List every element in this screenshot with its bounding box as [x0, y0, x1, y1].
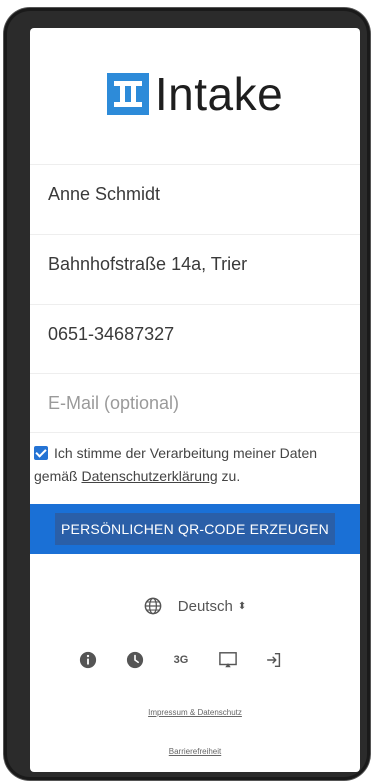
network-3g-button[interactable]: 3G: [169, 648, 193, 672]
network-3g-icon: 3G: [173, 654, 189, 666]
email-field[interactable]: [30, 373, 360, 433]
language-selector[interactable]: Deutsch ⬍: [30, 594, 360, 618]
clock-button[interactable]: [123, 648, 147, 672]
consent-text-end: zu.: [217, 468, 241, 484]
app-screen: Intake Ich stimme der Verarbeitung meine…: [30, 28, 360, 772]
cast-button[interactable]: [216, 648, 240, 672]
app-logo: Intake: [30, 66, 360, 122]
phone-input[interactable]: [30, 305, 360, 364]
info-icon: [79, 651, 97, 669]
consent-checkbox[interactable]: [34, 446, 48, 460]
cast-screen-icon: [218, 652, 237, 668]
info-button[interactable]: [76, 648, 100, 672]
login-icon: [266, 652, 281, 668]
email-input[interactable]: [30, 374, 360, 432]
accessibility-link[interactable]: Barrierefreiheit: [30, 747, 360, 756]
name-field[interactable]: [30, 164, 360, 224]
imprint-privacy-link[interactable]: Impressum & Datenschutz: [30, 708, 360, 717]
login-button[interactable]: [262, 648, 286, 672]
globe-icon: [144, 597, 162, 615]
address-field[interactable]: [30, 234, 360, 294]
app-name: Intake: [154, 68, 284, 120]
address-input[interactable]: [30, 235, 360, 294]
intake-logo-icon: [106, 73, 149, 115]
consent-block: Ich stimme der Verarbeitung meiner Daten…: [34, 442, 356, 488]
generate-qr-code-button[interactable]: PERSÖNLICHEN QR-CODE ERZEUGEN: [30, 504, 360, 554]
language-label: Deutsch: [177, 597, 233, 615]
phone-field[interactable]: [30, 304, 360, 364]
name-input[interactable]: [30, 165, 360, 224]
toolbar: 3G: [76, 648, 286, 672]
privacy-policy-link[interactable]: Datenschutzerklärung: [81, 468, 217, 484]
clock-icon: [126, 651, 143, 669]
select-caret-icon: ⬍: [237, 600, 247, 612]
device-frame: Intake Ich stimme der Verarbeitung meine…: [4, 8, 370, 780]
generate-qr-code-label: PERSÖNLICHEN QR-CODE ERZEUGEN: [55, 513, 335, 545]
